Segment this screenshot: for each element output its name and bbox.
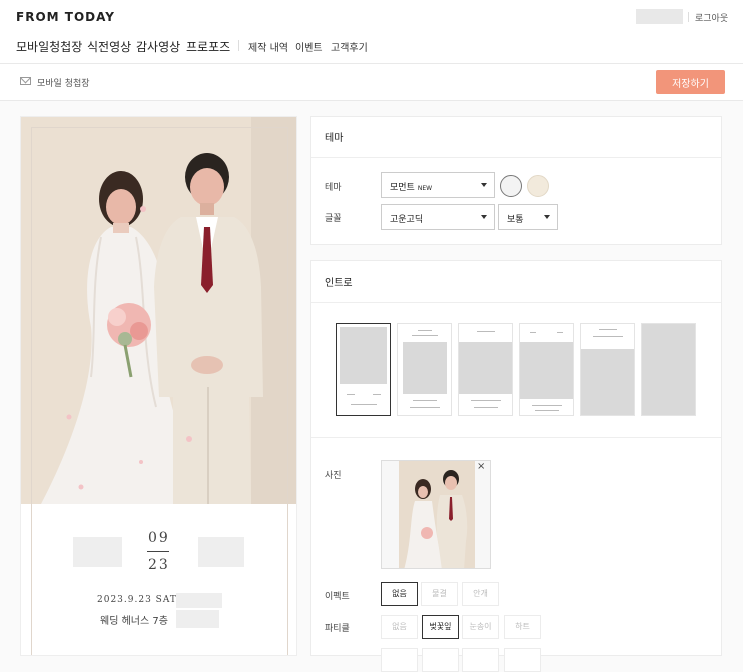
nav-divider	[238, 40, 239, 51]
preview-frame	[31, 127, 288, 655]
save-button[interactable]: 저장하기	[656, 70, 725, 94]
preview-venue: 웨딩 헤너스 7층	[100, 616, 168, 627]
divider	[311, 302, 721, 303]
user-name-redacted	[636, 9, 683, 24]
chevron-down-icon	[544, 215, 550, 219]
bride-name-redacted	[198, 537, 244, 567]
effect-label: 이펙트	[325, 592, 350, 602]
intro-layout-option[interactable]	[397, 323, 452, 416]
chevron-down-icon	[481, 215, 487, 219]
font-label: 글꼴	[325, 214, 342, 224]
theme-section-title: 테마	[325, 133, 344, 144]
particle-option-snowflake[interactable]: 눈송이	[462, 615, 499, 639]
invitation-preview	[20, 116, 297, 656]
groom-name-redacted	[73, 537, 122, 567]
nav-reviews[interactable]: 고객후기	[331, 39, 368, 54]
nav-pre-ceremony-video[interactable]: 식전영상	[87, 38, 131, 55]
intro-layout-option[interactable]	[641, 323, 696, 416]
color-swatch-beige[interactable]	[527, 175, 549, 197]
logout-link[interactable]: 로그아웃	[695, 11, 728, 24]
close-icon[interactable]: ×	[477, 461, 485, 472]
preview-wedding-date: 2023.9.23 SAT	[97, 595, 177, 605]
color-swatch-white[interactable]	[500, 175, 522, 197]
time-redacted	[176, 593, 222, 608]
particle-option-more[interactable]	[462, 648, 499, 672]
new-badge: NEW	[417, 185, 433, 192]
brand-logo[interactable]: FROM TODAY	[16, 10, 115, 24]
particle-label: 파티클	[325, 624, 350, 634]
nav-mobile-invitation[interactable]: 모바일청첩장	[16, 38, 82, 55]
mail-icon	[20, 77, 31, 85]
particle-option-cherry-blossom[interactable]: 벚꽃잎	[422, 615, 459, 639]
theme-select-value: 모먼트	[390, 183, 415, 193]
nav-events[interactable]: 이벤트	[295, 39, 323, 54]
font-weight-value: 보통	[507, 215, 524, 225]
chevron-down-icon	[481, 183, 487, 187]
particle-option-none[interactable]: 없음	[381, 615, 418, 639]
theme-label: 테마	[325, 183, 342, 193]
font-select[interactable]: 고운고딕	[381, 204, 495, 230]
particle-option-more[interactable]	[422, 648, 459, 672]
date-divider	[147, 551, 169, 552]
nav-thanks-video[interactable]: 감사영상	[136, 38, 180, 55]
intro-layout-option[interactable]	[580, 323, 635, 416]
intro-layout-option[interactable]	[458, 323, 513, 416]
particle-option-more[interactable]	[381, 648, 418, 672]
particle-option-more[interactable]	[504, 648, 541, 672]
nav-history[interactable]: 제작 내역	[248, 39, 288, 54]
preview-month: 09	[148, 530, 170, 546]
breadcrumb: 모바일 청첩장	[37, 79, 90, 89]
divider	[311, 437, 721, 438]
divider	[311, 157, 721, 158]
intro-section-title: 인트로	[325, 278, 353, 289]
font-select-value: 고운고딕	[390, 215, 424, 225]
photo-label: 사진	[325, 471, 342, 481]
venue-detail-redacted	[176, 610, 219, 628]
intro-layout-option[interactable]	[519, 323, 574, 416]
effect-option-fog[interactable]: 안개	[462, 582, 499, 606]
effect-option-none[interactable]: 없음	[381, 582, 418, 606]
font-weight-select[interactable]: 보통	[498, 204, 558, 230]
nav-proposal[interactable]: 프로포즈	[186, 38, 230, 55]
particle-option-heart[interactable]: 하트	[504, 615, 541, 639]
intro-card	[310, 260, 722, 656]
preview-day: 23	[148, 557, 170, 573]
divider	[688, 12, 689, 22]
effect-option-wave[interactable]: 물결	[421, 582, 458, 606]
intro-layout-option[interactable]	[336, 323, 391, 416]
uploaded-photo-thumbnail	[399, 461, 475, 568]
photo-upload-preview[interactable]	[381, 460, 491, 569]
sub-header	[0, 64, 743, 101]
theme-select[interactable]: 모먼트 NEW	[381, 172, 495, 198]
